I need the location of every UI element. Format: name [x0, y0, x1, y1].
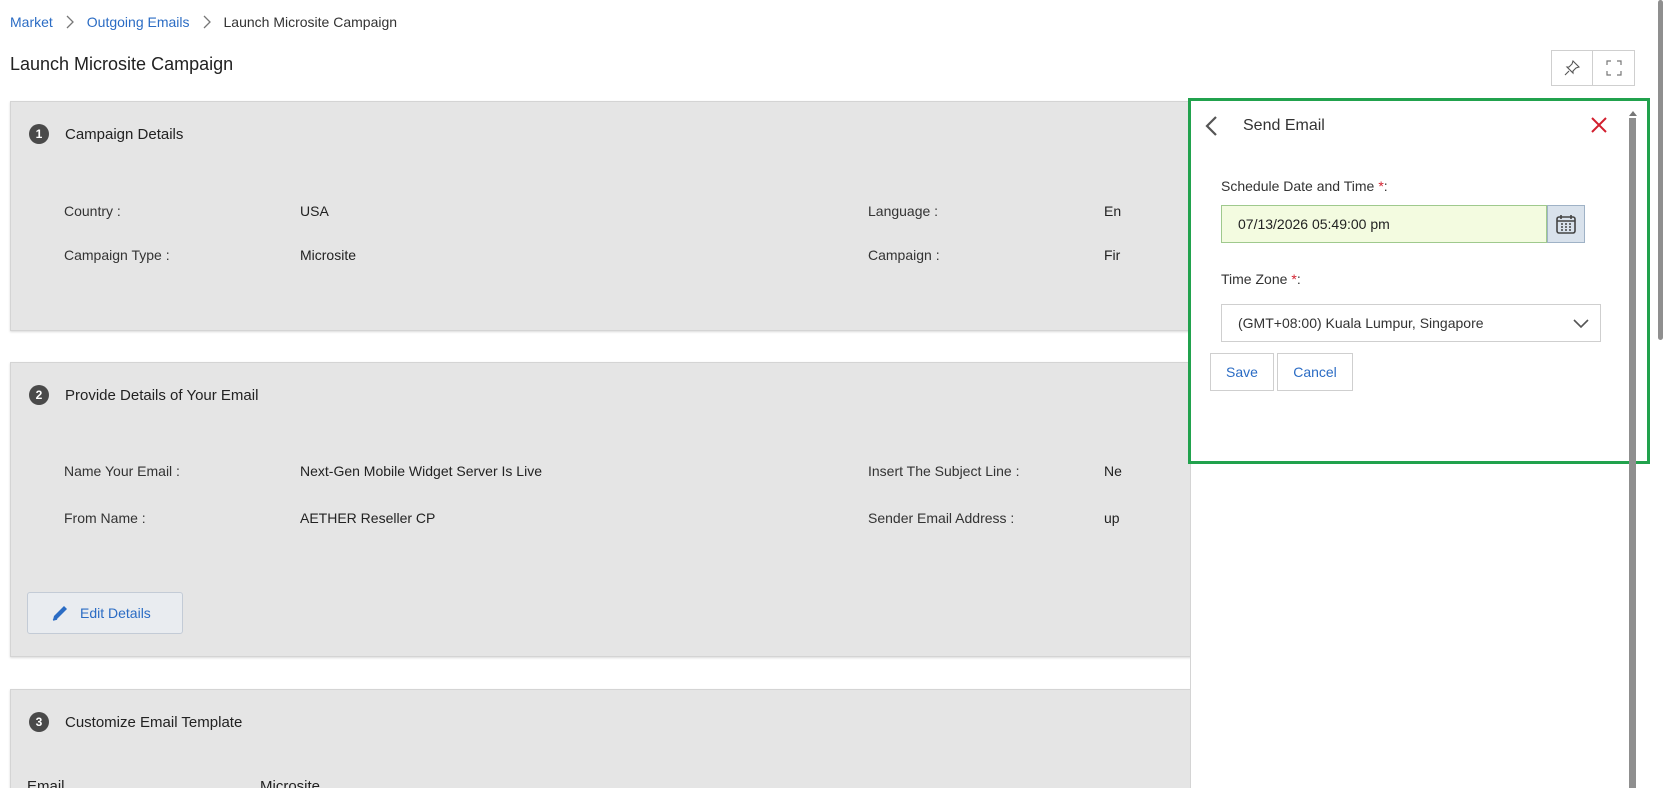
- cancel-button[interactable]: Cancel: [1277, 353, 1353, 391]
- time-zone-select[interactable]: (GMT+08:00) Kuala Lumpur, Singapore: [1221, 304, 1601, 342]
- schedule-date-label-text: Schedule Date and Time: [1221, 178, 1375, 194]
- sender-email-value: up: [1104, 510, 1120, 526]
- label-colon: :: [1383, 178, 1388, 194]
- campaign-value: Fir: [1104, 247, 1121, 263]
- page-title: Launch Microsite Campaign: [10, 54, 234, 74]
- schedule-date-label: Schedule Date and Time *:: [1221, 178, 1388, 194]
- sender-email-label: Sender Email Address :: [868, 510, 1015, 526]
- pencil-icon: [52, 606, 67, 621]
- step-number-badge: 2: [29, 385, 49, 405]
- campaign-type-label: Campaign Type :: [64, 247, 170, 263]
- send-email-panel: Send Email Schedule Date and Time*: Time…: [1188, 98, 1650, 464]
- email-name-label: Name Your Email :: [64, 463, 180, 479]
- subject-line-value: Ne: [1104, 463, 1122, 479]
- expand-icon: [1605, 60, 1622, 76]
- email-column-label: Email: [27, 778, 65, 788]
- campaign-label: Campaign :: [868, 247, 940, 263]
- breadcrumb-market-link[interactable]: Market: [10, 14, 53, 30]
- chevron-right-icon: [202, 15, 212, 29]
- chevron-down-icon: [1572, 317, 1590, 333]
- time-zone-label: Time Zone *:: [1221, 271, 1301, 287]
- language-value: En: [1104, 203, 1122, 219]
- back-arrow-icon[interactable]: [1203, 115, 1221, 142]
- edit-details-label: Edit Details: [80, 605, 151, 621]
- microsite-column-label: Microsite: [260, 778, 321, 788]
- from-name-label: From Name :: [64, 510, 146, 526]
- close-icon[interactable]: [1589, 115, 1609, 140]
- step-number-badge: 1: [29, 124, 49, 144]
- fullscreen-button[interactable]: [1593, 50, 1635, 86]
- label-colon: :: [1296, 271, 1301, 287]
- country-label: Country :: [64, 203, 121, 219]
- section-header: 2 Provide Details of Your Email: [29, 385, 258, 405]
- section-title: Campaign Details: [65, 125, 184, 143]
- section-header: 3 Customize Email Template: [29, 712, 242, 732]
- save-button[interactable]: Save: [1210, 353, 1274, 391]
- section-header: 1 Campaign Details: [29, 124, 183, 144]
- time-zone-value: (GMT+08:00) Kuala Lumpur, Singapore: [1238, 315, 1484, 331]
- pin-icon: [1564, 60, 1580, 76]
- campaign-type-value: Microsite: [300, 247, 357, 263]
- step-number-badge: 3: [29, 712, 49, 732]
- calendar-button[interactable]: [1547, 205, 1585, 243]
- page-scrollbar[interactable]: [1658, 0, 1663, 340]
- breadcrumb: Market Outgoing Emails Launch Microsite …: [10, 14, 397, 30]
- schedule-date-input[interactable]: [1221, 205, 1547, 243]
- subject-line-label: Insert The Subject Line :: [868, 463, 1020, 479]
- chevron-right-icon: [65, 15, 75, 29]
- from-name-value: AETHER Reseller CP: [300, 510, 436, 526]
- panel-scrollbar[interactable]: [1629, 118, 1636, 788]
- time-zone-label-text: Time Zone: [1221, 271, 1288, 287]
- section-title: Customize Email Template: [65, 713, 243, 731]
- breadcrumb-outgoing-emails-link[interactable]: Outgoing Emails: [87, 14, 190, 30]
- calendar-icon: [1556, 215, 1576, 234]
- language-label: Language :: [868, 203, 939, 219]
- section-title: Provide Details of Your Email: [65, 386, 259, 404]
- breadcrumb-current: Launch Microsite Campaign: [223, 14, 398, 30]
- email-name-value: Next-Gen Mobile Widget Server Is Live: [300, 463, 542, 479]
- pin-button[interactable]: [1551, 50, 1593, 86]
- header-actions: [1551, 50, 1635, 86]
- edit-details-button[interactable]: Edit Details: [27, 592, 183, 634]
- country-value: USA: [300, 203, 329, 219]
- panel-title: Send Email: [1243, 117, 1325, 134]
